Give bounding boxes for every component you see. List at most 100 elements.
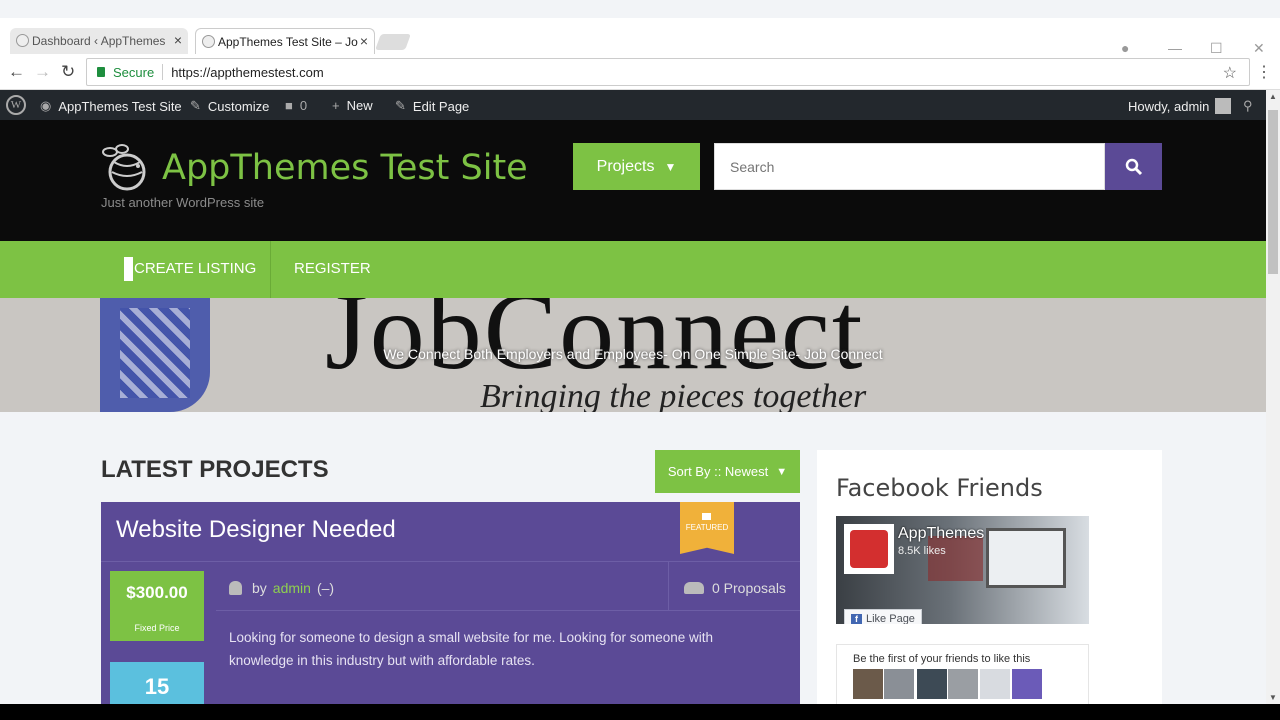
adminbar-site-link[interactable]: ◉ AppThemes Test Site	[40, 98, 182, 114]
banner-script-text: Bringing the pieces together	[480, 378, 867, 412]
sort-dropdown-button[interactable]: Sort By :: Newest ▼	[655, 450, 800, 493]
bookmark-star-icon[interactable]: ☆	[1223, 63, 1237, 83]
brush-icon: ✎	[190, 98, 201, 113]
page-scrollbar[interactable]: ▲ ▼	[1266, 90, 1280, 704]
price-value: $300.00	[126, 583, 188, 602]
friend-avatar[interactable]	[853, 669, 883, 699]
price-box: $300.00 Fixed Price	[110, 571, 204, 641]
menu-item-register[interactable]: REGISTER	[294, 260, 371, 277]
caret-down-icon: ▼	[664, 159, 677, 174]
favicon-icon	[16, 34, 29, 47]
dashboard-icon: ◉	[40, 98, 52, 113]
customize-label: Customize	[207, 98, 270, 114]
divider	[101, 561, 800, 562]
projects-label: Projects	[596, 157, 655, 175]
secure-label: Secure	[113, 64, 155, 80]
url-input[interactable]: Secure https://appthemestest.com ☆	[86, 58, 1250, 86]
scroll-up-icon[interactable]: ▲	[1269, 92, 1277, 101]
caret-down-icon: ▼	[776, 465, 788, 478]
friend-avatar[interactable]	[884, 669, 914, 699]
widget-title: Facebook Friends	[836, 474, 1043, 502]
banner-caption: We Connect Both Employers and Employees-…	[383, 346, 883, 362]
sort-label: Sort By :: Newest	[667, 464, 769, 479]
fb-likes-count: 8.5K likes	[898, 545, 946, 557]
pencil-icon: ✎	[395, 98, 406, 113]
featured-badge: FEATURED	[680, 502, 734, 554]
like-page-button[interactable]: f Like Page	[844, 609, 922, 624]
forward-icon[interactable]: →	[34, 62, 51, 82]
comment-icon: ■	[285, 98, 293, 113]
project-author: by admin (–)	[229, 580, 334, 596]
by-label: by	[252, 580, 267, 596]
reload-icon[interactable]: ↻	[61, 62, 75, 82]
section-heading: LATEST PROJECTS	[101, 456, 329, 483]
projects-dropdown-button[interactable]: Projects ▼	[573, 143, 700, 190]
divider	[216, 610, 800, 611]
search-icon	[1125, 158, 1142, 175]
comments-count: 0	[299, 98, 308, 113]
scroll-down-icon[interactable]: ▼	[1269, 693, 1277, 702]
close-tab-icon[interactable]: ×	[360, 33, 368, 49]
site-tagline: Just another WordPress site	[101, 195, 265, 210]
friend-avatar[interactable]	[917, 669, 947, 699]
project-title[interactable]: Website Designer Needed	[116, 516, 396, 544]
adminbar-site-name: AppThemes Test Site	[58, 98, 182, 114]
users-icon	[684, 582, 704, 594]
search-input[interactable]	[714, 143, 1105, 190]
divider	[668, 562, 669, 610]
friend-avatar[interactable]	[948, 669, 978, 699]
site-title[interactable]: AppThemes Test Site	[162, 148, 528, 188]
search-button[interactable]	[1105, 143, 1162, 190]
main-content: LATEST PROJECTS Sort By :: Newest ▼ Webs…	[0, 412, 1266, 720]
new-label: New	[346, 98, 373, 113]
main-menu: CREATE LISTING REGISTER	[0, 241, 1266, 298]
facebook-icon: f	[851, 613, 862, 624]
tab-title: AppThemes Test Site – Jo	[218, 34, 358, 49]
crown-icon	[702, 513, 711, 520]
url-text: https://appthemestest.com	[171, 64, 324, 80]
lock-icon	[97, 67, 105, 77]
text-cursor	[124, 257, 133, 281]
facebook-page-plugin[interactable]: AppThemes 8.5K likes f Like Page	[836, 516, 1089, 624]
plus-icon: +	[332, 98, 340, 113]
avatar	[1215, 98, 1232, 114]
hero-banner: JobConnect Bringing the pieces together …	[0, 298, 1266, 412]
proposals-count: 0 Proposals	[684, 580, 786, 596]
user-icon	[229, 581, 242, 595]
tab-strip: Dashboard ‹ AppThemes × AppThemes Test S…	[0, 18, 1280, 56]
browser-menu-icon[interactable]: ⋮	[1256, 62, 1272, 82]
fb-page-name[interactable]: AppThemes	[898, 525, 984, 543]
sidebar-widget: Facebook Friends AppThemes 8.5K likes f …	[817, 450, 1162, 720]
adminbar-new[interactable]: + New	[332, 98, 373, 113]
wordpress-logo-icon[interactable]: W	[6, 95, 26, 115]
wp-admin-bar: W ◉ AppThemes Test Site ✎ Customize ■ 0 …	[0, 90, 1266, 120]
price-type: Fixed Price	[134, 623, 180, 633]
menu-item-create-listing[interactable]: CREATE LISTING	[134, 260, 256, 277]
new-tab-button[interactable]	[375, 34, 411, 50]
friend-avatar[interactable]	[980, 669, 1010, 699]
monitor-graphic	[986, 528, 1066, 588]
search-icon[interactable]: ⚲	[1243, 98, 1253, 114]
project-card: Website Designer Needed FEATURED $300.00…	[101, 502, 800, 720]
edit-page-label: Edit Page	[412, 98, 470, 114]
screen-bottom-edge	[0, 704, 1280, 720]
proposals-label: 0 Proposals	[712, 580, 786, 596]
adminbar-comments[interactable]: ■ 0	[285, 98, 307, 113]
friend-avatar[interactable]	[1012, 669, 1042, 699]
bee-logo-icon[interactable]	[100, 142, 150, 192]
adminbar-customize[interactable]: ✎ Customize	[190, 98, 269, 114]
back-icon[interactable]: ←	[8, 62, 25, 82]
adminbar-account[interactable]: Howdy, admin	[1128, 98, 1232, 114]
adminbar-edit-page[interactable]: ✎ Edit Page	[395, 98, 469, 114]
page-logo-icon	[844, 524, 894, 574]
menu-divider	[270, 241, 271, 298]
tab-apptheme-site[interactable]: AppThemes Test Site – Jo ×	[195, 28, 375, 54]
project-description: Looking for someone to design a small we…	[229, 630, 714, 668]
scrollbar-thumb[interactable]	[1268, 110, 1278, 274]
author-link[interactable]: admin	[273, 580, 311, 596]
browser-window: Dashboard ‹ AppThemes × AppThemes Test S…	[0, 0, 1280, 720]
tab-dashboard[interactable]: Dashboard ‹ AppThemes ×	[10, 28, 188, 54]
tab-title: Dashboard ‹ AppThemes	[32, 34, 166, 48]
close-tab-icon[interactable]: ×	[174, 32, 182, 48]
author-suffix: (–)	[316, 580, 335, 596]
